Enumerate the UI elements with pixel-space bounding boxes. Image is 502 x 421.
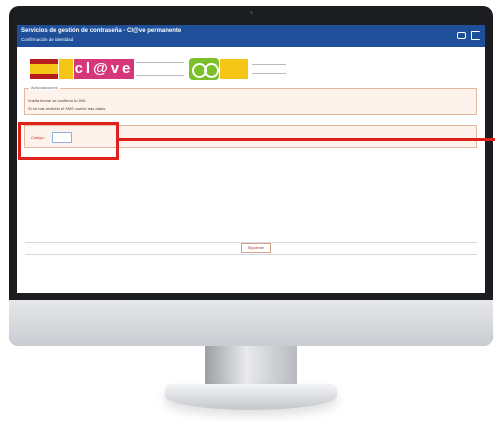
info-panel: Aviso/acciones Vuelta fecha! se confirmó… [24,85,477,115]
header-icons [457,31,480,40]
logout-icon[interactable] [471,31,480,40]
info-line-2: Si no has recibido el SMS vuelve tras da… [28,106,107,111]
app-title: Servicios de gestión de contraseña - Cl@… [21,28,182,34]
ministry-logo [59,59,73,79]
next-button[interactable]: Siguiente [241,243,271,253]
logo-strip: cl@ve [30,57,286,81]
monitor-stand-neck [205,346,297,386]
monitor-stand-base [165,384,337,410]
print-icon[interactable] [457,32,466,39]
highlight-pointer-line [119,138,495,141]
clave-logo: cl@ve [74,59,134,79]
clave-logo-caption [136,62,184,76]
app-subtitle: Confirmación de identidad [21,37,74,42]
camera-dot [250,11,253,14]
spain-government-logo [30,59,58,79]
info-line-1: Vuelta fecha! se confirmó tu DNI. [28,98,87,103]
footer-divider-bottom [25,254,477,255]
social-security-logo [189,58,219,80]
app-header: Servicios de gestión de contraseña - Cl@… [17,25,485,47]
highlight-box [18,122,119,160]
social-security-ministry-logo [220,59,248,79]
social-security-caption [252,64,286,74]
info-legend: Aviso/acciones [29,85,60,90]
monitor-chin [9,300,493,346]
